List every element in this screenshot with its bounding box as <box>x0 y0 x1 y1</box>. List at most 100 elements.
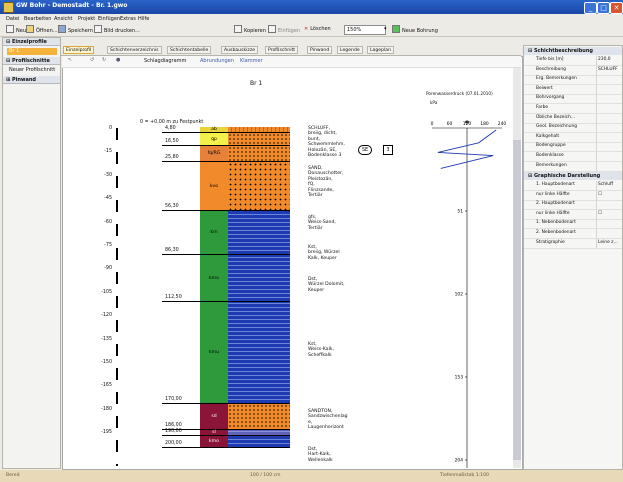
property-key: Stratigraphie <box>536 239 565 245</box>
paste-button[interactable]: Einfügen <box>268 25 300 34</box>
divider <box>596 190 597 200</box>
property-row[interactable]: 2. Hauptbodenart <box>524 200 622 211</box>
divider <box>596 200 597 210</box>
tree-section-pinwand[interactable]: ⊞ Pinwand <box>3 76 60 84</box>
divider <box>596 152 597 161</box>
property-row[interactable]: Übliche Bezeich... <box>524 113 622 124</box>
menu-ansicht[interactable]: Ansicht <box>54 16 72 22</box>
tab-pinwand[interactable]: Pinwand <box>307 46 333 54</box>
copy-icon <box>234 25 242 33</box>
tab-schichtentabelle[interactable]: Schichtentabelle <box>167 46 212 54</box>
property-row[interactable]: Bohrvorgang <box>524 94 622 105</box>
schlagdiagramm-button[interactable]: Schlagdiagramm <box>144 58 186 64</box>
copy-button[interactable]: Kopieren <box>234 25 266 34</box>
minimize-button[interactable]: _ <box>584 2 597 14</box>
menu-bearbeiten[interactable]: Bearbeiten <box>24 16 51 22</box>
property-row[interactable]: Erg. Bemerkungen <box>524 75 622 86</box>
property-key: Bodenklasse <box>536 153 564 158</box>
property-row[interactable]: nur linke Hälfte ☐ <box>524 209 622 220</box>
delete-button[interactable]: ✕ Löschen <box>304 25 331 34</box>
folder-icon <box>26 25 34 33</box>
record-icon[interactable]: ● <box>116 57 120 63</box>
status-middle: 100 / 100 cm <box>250 473 281 478</box>
borehole-icon <box>392 25 400 33</box>
menu-extras[interactable]: Extras <box>120 16 136 22</box>
document-toolbar: ↖ ↺ ↻ ● Schlagdiagramm Abrundungen Klamm… <box>62 56 521 68</box>
section-graphische-darstellung[interactable]: ⊟ Graphische Darstellung <box>524 172 622 180</box>
property-row[interactable]: Beschreibung SCHLUFF <box>524 65 622 76</box>
property-row[interactable]: Bodengruppe <box>524 142 622 153</box>
tree-item-new-section[interactable]: Neuer Profilschnitt <box>7 67 57 74</box>
scrollbar-thumb[interactable] <box>513 140 521 460</box>
open-button[interactable]: Öffnen... <box>26 25 58 34</box>
rotate-left-icon[interactable]: ↺ <box>90 57 94 63</box>
tab-schichtenverzeichnis[interactable]: Schichtenverzeichnis <box>107 46 162 54</box>
tab-ausbauskizze[interactable]: Ausbauskizze <box>221 46 259 54</box>
menu-einfuegen[interactable]: Einfügen <box>98 16 120 22</box>
property-row[interactable]: 2. Nebenbodenart <box>524 229 622 239</box>
window-title: GW Bohr - Demostadt - Br. 1.gwo <box>16 2 128 9</box>
divider <box>596 123 597 133</box>
menu-hilfe[interactable]: Hilfe <box>138 16 149 22</box>
abrundungen-button[interactable]: Abrundungen <box>200 58 234 64</box>
pointer-icon[interactable]: ↖ <box>68 57 72 63</box>
profile-document[interactable] <box>62 56 523 470</box>
divider <box>596 65 597 75</box>
property-row[interactable]: Farbe <box>524 104 622 114</box>
divider <box>596 181 597 190</box>
divider <box>596 209 597 219</box>
property-value[interactable]: ☐ <box>598 192 602 197</box>
property-key: Bohrvorgang <box>536 95 565 101</box>
property-value[interactable]: ☐ <box>598 211 602 216</box>
property-key: 1. Hauptbodenart <box>536 182 575 187</box>
property-row[interactable]: 1. Hauptbodenart Schluff <box>524 181 622 191</box>
property-value[interactable]: SCHLUFF <box>598 67 618 72</box>
tree-section-profilschnitte[interactable]: ⊟ Profilschnitte <box>3 57 60 65</box>
property-row[interactable]: Tiefe bis [m] 230,0 <box>524 56 622 66</box>
new-borehole-button[interactable]: Neue Bohrung <box>392 25 438 34</box>
property-key: Geol. Bezeichnung <box>536 124 578 130</box>
rotate-right-icon[interactable]: ↻ <box>102 57 106 63</box>
zoom-select[interactable]: 150% <box>344 25 386 35</box>
view-tabs: Einzelprofil Schichtenverzeichnis Schich… <box>61 45 521 56</box>
app-icon <box>3 2 14 13</box>
title-bar: GW Bohr - Demostadt - Br. 1.gwo _ □ ✕ <box>0 0 623 14</box>
property-key: Bodengruppe <box>536 143 566 149</box>
divider <box>596 219 597 229</box>
property-key: Bemerkungen <box>536 162 567 168</box>
property-row[interactable]: nur linke Hälfte ☐ <box>524 190 622 201</box>
properties-panel: ⊟ Schichtbeschreibung Tiefe bis [m] 230,0… <box>523 45 623 470</box>
property-row[interactable]: Kalkgehalt <box>524 132 622 143</box>
tab-einzelprofil[interactable]: Einzelprofil <box>63 46 95 54</box>
zoom-dropdown-icon[interactable]: ▾ <box>384 25 387 34</box>
maximize-button[interactable]: □ <box>597 2 610 14</box>
property-value[interactable]: 230,0 <box>598 57 611 62</box>
section-schichtbeschreibung[interactable]: ⊟ Schichtbeschreibung <box>524 47 622 55</box>
new-button[interactable]: Neu <box>6 25 26 34</box>
property-value[interactable]: Leine z... <box>598 240 618 245</box>
save-button[interactable]: Speichern <box>58 25 93 34</box>
tree-item-br1[interactable]: Br 1 <box>7 48 57 55</box>
close-button[interactable]: ✕ <box>610 2 623 14</box>
menu-projekt[interactable]: Projekt <box>78 16 95 22</box>
divider <box>596 104 597 113</box>
property-row[interactable]: 1. Nebenbodenart <box>524 219 622 230</box>
tree-section-einzelprofile[interactable]: ⊟ Einzelprofile <box>3 38 60 46</box>
property-key: nur linke Hälfte <box>536 210 570 216</box>
tab-profilschnitt[interactable]: Profilschnitt <box>265 46 299 54</box>
property-row[interactable]: Beiwert <box>524 84 622 95</box>
property-key: Übliche Bezeich... <box>536 114 576 120</box>
menu-datei[interactable]: Datei <box>6 16 19 22</box>
print-button[interactable]: Bild drucken... <box>94 25 140 34</box>
tab-lageplan[interactable]: Lageplan <box>367 46 395 54</box>
property-key: Erg. Bemerkungen <box>536 76 577 82</box>
tab-legende[interactable]: Legende <box>337 46 363 54</box>
property-row[interactable]: Bodenklasse <box>524 152 622 162</box>
klammer-button[interactable]: Klammer <box>240 58 263 64</box>
property-row[interactable]: Geol. Bezeichnung <box>524 123 622 134</box>
property-row[interactable]: Stratigraphie Leine z... <box>524 238 622 249</box>
property-row[interactable]: Bemerkungen <box>524 161 622 172</box>
project-tree-panel: ⊟ Einzelprofile Br 1 ⊟ Profilschnitte Ne… <box>2 37 61 469</box>
property-value[interactable]: Schluff <box>598 182 613 187</box>
property-key: 2. Hauptbodenart <box>536 201 575 207</box>
